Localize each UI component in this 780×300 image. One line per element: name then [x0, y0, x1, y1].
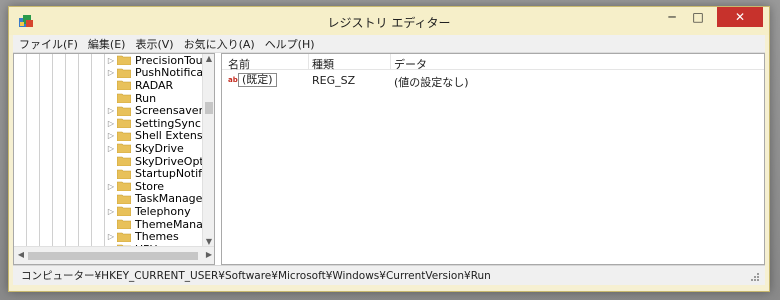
- tree-item[interactable]: ▷ Screensavers: [106, 104, 210, 117]
- folder-icon: [117, 232, 131, 242]
- tree-item-label: StartupNotify: [135, 167, 209, 181]
- tree-item[interactable]: ▷ SettingSync: [106, 117, 202, 130]
- folder-icon: [117, 169, 131, 179]
- key-tree-pane[interactable]: ▷PrecisionTouchPad▷PushNotificationsRADA…: [13, 53, 215, 265]
- expand-arrow-icon[interactable]: ▷: [106, 119, 116, 128]
- tree-horizontal-scrollbar[interactable]: ◀ ▶: [14, 246, 214, 264]
- folder-icon: [117, 93, 131, 104]
- menu-view[interactable]: 表示(V): [135, 36, 173, 52]
- tree-item-label: SkyDrive: [135, 141, 184, 155]
- folder-icon: [117, 68, 131, 78]
- menu-bar: ファイル(F) 編集(E) 表示(V) お気に入り(A) ヘルプ(H): [13, 35, 765, 53]
- value-row[interactable]: ab (既定) REG_SZ (値の設定なし): [222, 72, 764, 89]
- tree-item[interactable]: ThemeManager: [106, 218, 214, 231]
- resize-grip-icon[interactable]: [751, 273, 759, 281]
- tree-item-label: Themes: [135, 230, 179, 244]
- folder-icon: [117, 106, 131, 116]
- tree-item[interactable]: StartupNotify: [106, 167, 209, 180]
- menu-favorites[interactable]: お気に入り(A): [184, 36, 255, 52]
- scroll-right-arrow-icon[interactable]: ▶: [203, 250, 214, 259]
- tree-item[interactable]: ▷Shell Extensions: [106, 129, 214, 142]
- tree-item[interactable]: ▷PushNotifications: [106, 66, 214, 79]
- folder-icon: [117, 219, 131, 230]
- expand-arrow-icon[interactable]: ▷: [106, 56, 116, 65]
- folder-icon: [117, 156, 131, 167]
- scroll-up-arrow-icon[interactable]: ▲: [203, 54, 214, 63]
- expand-arrow-icon[interactable]: ▷: [106, 131, 116, 140]
- value-list-pane[interactable]: 名前 種類 データ ab (既定) REG_SZ (値の設定なし): [221, 53, 765, 265]
- status-path: コンピューター¥HKEY_CURRENT_USER¥Software¥Micro…: [21, 270, 491, 282]
- registry-editor-window: レジストリ エディター ─ □ ✕ ファイル(F) 編集(E) 表示(V) お気…: [8, 6, 770, 292]
- tree-item[interactable]: Run: [106, 92, 157, 105]
- tree-item[interactable]: ▷ SkyDrive: [106, 142, 185, 155]
- expand-arrow-icon[interactable]: ▷: [106, 182, 116, 191]
- value-name[interactable]: (既定): [238, 73, 277, 87]
- list-header: 名前 種類 データ: [222, 54, 764, 71]
- scroll-left-arrow-icon[interactable]: ◀: [15, 250, 27, 259]
- value-data: (値の設定なし): [394, 76, 469, 89]
- minimize-button[interactable]: ─: [659, 7, 685, 27]
- menu-file[interactable]: ファイル(F): [19, 36, 78, 52]
- folder-icon: [117, 81, 131, 91]
- tree-item[interactable]: RADAR: [106, 79, 174, 92]
- column-divider[interactable]: [308, 54, 309, 70]
- folder-icon: [117, 181, 131, 192]
- string-value-icon: ab: [228, 76, 238, 84]
- expand-arrow-icon[interactable]: ▷: [106, 106, 116, 115]
- menu-help[interactable]: ヘルプ(H): [265, 36, 315, 52]
- window-title: レジストリ エディター: [327, 16, 451, 30]
- close-button[interactable]: ✕: [717, 7, 763, 27]
- tree-hscroll-thumb[interactable]: [28, 252, 198, 260]
- maximize-button[interactable]: □: [685, 7, 711, 27]
- tree-vertical-scrollbar[interactable]: ▲ ▼: [202, 54, 214, 246]
- column-header-data[interactable]: データ: [394, 56, 427, 71]
- title-bar[interactable]: レジストリ エディター ─ □ ✕: [9, 7, 769, 35]
- tree-item[interactable]: SkyDriveOptIn: [106, 155, 214, 168]
- tree-item[interactable]: TaskManager: [106, 192, 208, 206]
- status-bar: コンピューター¥HKEY_CURRENT_USER¥Software¥Micro…: [13, 265, 765, 285]
- tree-guide-lines: [26, 54, 105, 246]
- folder-icon: [117, 144, 131, 154]
- tree-item-label: SettingSync: [135, 116, 201, 130]
- tree-item[interactable]: ▷ Themes: [106, 230, 180, 243]
- tree-item-label: Screensavers: [135, 104, 209, 118]
- expand-arrow-icon[interactable]: ▷: [106, 232, 116, 241]
- tree-item[interactable]: ▷ Telephony: [106, 205, 192, 218]
- folder-icon: [117, 55, 131, 66]
- scroll-down-arrow-icon[interactable]: ▼: [203, 237, 214, 246]
- menu-edit[interactable]: 編集(E): [88, 36, 126, 52]
- column-header-type[interactable]: 種類: [312, 56, 334, 71]
- column-divider[interactable]: [390, 54, 391, 70]
- folder-icon: [117, 118, 131, 129]
- expand-arrow-icon[interactable]: ▷: [106, 68, 116, 77]
- folder-icon: [117, 131, 131, 141]
- client-area: ▷PrecisionTouchPad▷PushNotificationsRADA…: [13, 53, 765, 265]
- folder-icon: [117, 194, 131, 204]
- expand-arrow-icon[interactable]: ▷: [106, 207, 116, 216]
- tree-item[interactable]: ▷ Store: [106, 180, 165, 193]
- tree-item-label: Run: [135, 91, 157, 105]
- tree-item-label: TaskManager: [135, 192, 207, 206]
- tree-item-label: Telephony: [135, 204, 191, 218]
- value-type: REG_SZ: [312, 74, 356, 87]
- folder-icon: [117, 207, 131, 217]
- tree-vscroll-thumb[interactable]: [205, 102, 213, 114]
- column-header-name[interactable]: 名前: [228, 56, 250, 71]
- tree-item-label: Store: [135, 179, 165, 193]
- tree-item[interactable]: ▷PrecisionTouchPad: [106, 54, 214, 67]
- expand-arrow-icon[interactable]: ▷: [106, 144, 116, 153]
- tree-item-label: RADAR: [135, 78, 174, 92]
